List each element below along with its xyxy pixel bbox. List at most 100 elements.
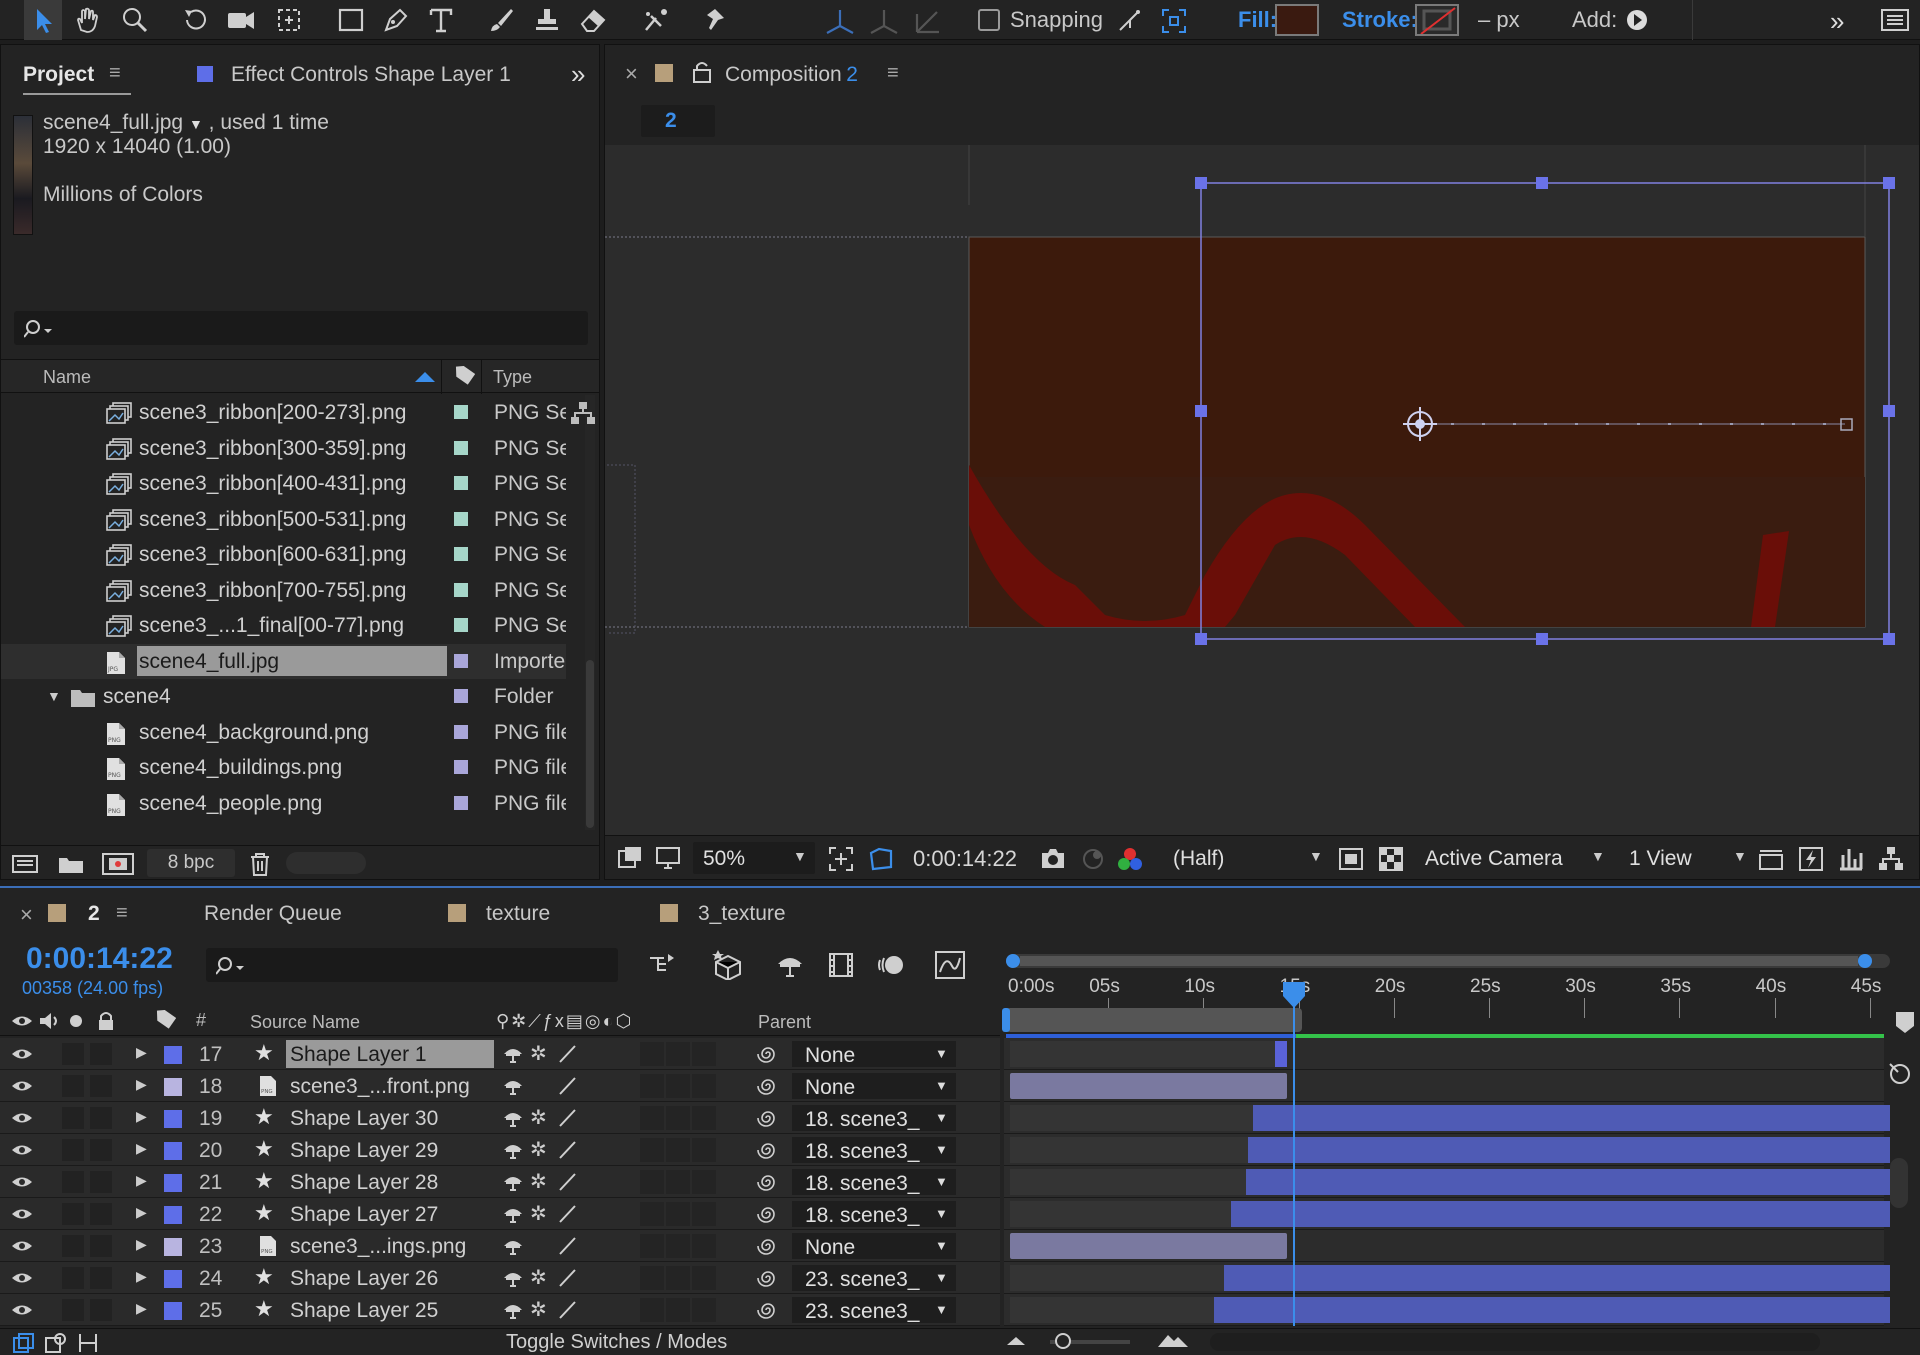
label-color-swatch[interactable] xyxy=(454,511,468,526)
snapshot-camera-icon[interactable] xyxy=(1039,845,1067,873)
tab-render-queue[interactable]: Render Queue xyxy=(204,902,342,926)
tab-3-texture[interactable]: 3_texture xyxy=(698,902,786,926)
add-menu-icon[interactable] xyxy=(1625,8,1649,32)
pen-tool-icon[interactable] xyxy=(376,0,414,40)
close-tab-icon[interactable]: × xyxy=(625,61,638,87)
work-area-bar[interactable] xyxy=(1006,1008,1302,1032)
project-item-row[interactable]: PNG scene4_background.png PNG file xyxy=(1,715,566,750)
toolbar-overflow-icon[interactable]: » xyxy=(1830,6,1844,37)
column-source-name[interactable]: Source Name xyxy=(250,1012,360,1033)
label-color-swatch[interactable] xyxy=(454,476,468,490)
comp-marker-icon[interactable] xyxy=(1896,1012,1916,1034)
lock-column-icon[interactable] xyxy=(96,1010,116,1032)
roto-brush-tool-icon[interactable] xyxy=(638,0,676,40)
clone-stamp-tool-icon[interactable] xyxy=(528,0,566,40)
column-parent[interactable]: Parent xyxy=(758,1012,811,1033)
tab-texture[interactable]: texture xyxy=(486,902,550,926)
project-item-row[interactable]: scene3_ribbon[300-359].png PNG Se xyxy=(1,431,566,466)
current-timecode[interactable]: 0:00:14:22 xyxy=(913,846,1017,872)
timeline-tab-2[interactable]: 2 xyxy=(88,902,100,926)
layer-duration-bar[interactable] xyxy=(1275,1041,1287,1067)
timeline-current-time[interactable]: 0:00:14:22 xyxy=(26,942,173,976)
label-column-icon[interactable] xyxy=(451,366,475,388)
solo-column-icon[interactable] xyxy=(68,1013,84,1029)
project-scrollbar-track[interactable] xyxy=(585,395,595,830)
camera-view-select[interactable]: Active Camera ▼ xyxy=(1417,842,1613,874)
layer-duration-bar[interactable] xyxy=(1246,1169,1890,1195)
layer-duration-bar[interactable] xyxy=(1010,1233,1287,1259)
toggle-switches-modes-button[interactable]: Toggle Switches / Modes xyxy=(506,1331,727,1354)
layer-duration-bar[interactable] xyxy=(1224,1265,1890,1291)
project-item-row[interactable]: JPG scene4_full.jpg Importe xyxy=(1,643,566,679)
navigator-end-handle[interactable] xyxy=(1858,954,1872,968)
panel-overflow-icon[interactable]: » xyxy=(571,59,585,90)
new-composition-icon[interactable] xyxy=(101,851,135,877)
graph-editor-icon[interactable] xyxy=(934,950,966,980)
label-color-swatch[interactable] xyxy=(454,547,468,561)
timeline-search-input[interactable] xyxy=(206,948,618,982)
zoom-select[interactable]: 50% ▼ xyxy=(693,842,815,874)
camera-tool-icon[interactable] xyxy=(222,0,260,40)
project-search-input[interactable] xyxy=(14,311,588,345)
flowchart-icon[interactable] xyxy=(569,400,597,426)
color-channels-icon[interactable] xyxy=(1115,845,1145,875)
label-column-icon[interactable] xyxy=(152,1010,176,1032)
layer-duration-bar[interactable] xyxy=(1010,1073,1287,1099)
local-axis-icon[interactable] xyxy=(823,6,857,36)
rectangle-tool-icon[interactable] xyxy=(332,0,370,40)
lock-icon[interactable] xyxy=(691,60,713,84)
layer-duration-bar[interactable] xyxy=(1231,1201,1890,1227)
disclosure-triangle-icon[interactable]: ▼ xyxy=(47,688,61,704)
tab-effect-controls[interactable]: Effect Controls Shape Layer 1 xyxy=(231,63,511,87)
comp-mini-flowchart-icon[interactable] xyxy=(648,950,680,980)
project-item-row[interactable]: scene3_...1_final[00-77].png PNG Se xyxy=(1,608,566,643)
type-tool-icon[interactable] xyxy=(422,0,460,40)
tab-composition[interactable]: Composition 2 xyxy=(725,63,858,87)
toggle-pixel-aspect-icon[interactable] xyxy=(1757,845,1785,873)
world-axis-icon[interactable] xyxy=(867,6,901,36)
comp-flowchart-icon[interactable] xyxy=(1877,845,1905,873)
project-item-row[interactable]: scene3_ribbon[700-755].png PNG Se xyxy=(1,573,566,608)
transfer-controls-pane-icon[interactable] xyxy=(44,1332,68,1354)
workspace-menu-icon[interactable] xyxy=(1880,7,1910,33)
close-timeline-tab-icon[interactable]: × xyxy=(20,902,33,928)
zoom-out-mountain-icon[interactable] xyxy=(1005,1333,1027,1349)
hand-tool-icon[interactable] xyxy=(68,0,106,40)
fast-previews-icon[interactable] xyxy=(1337,845,1365,873)
layer-duration-bar[interactable] xyxy=(1248,1137,1890,1163)
project-panel-menu-icon[interactable]: ≡ xyxy=(109,62,121,85)
resolution-select[interactable]: (Half) ▼ xyxy=(1161,842,1329,874)
label-color-swatch[interactable] xyxy=(454,724,468,739)
selection-tool-icon[interactable] xyxy=(24,0,62,40)
eraser-tool-icon[interactable] xyxy=(574,0,612,40)
region-of-interest-icon[interactable] xyxy=(827,845,855,873)
column-type[interactable]: Type xyxy=(493,367,532,388)
monitor-icon[interactable] xyxy=(655,845,681,871)
pan-behind-tool-icon[interactable] xyxy=(270,0,308,40)
mask-visibility-icon[interactable] xyxy=(867,845,895,873)
frame-blending-icon[interactable] xyxy=(826,950,856,980)
rotation-tool-icon[interactable] xyxy=(176,0,214,40)
zoom-in-mountain-icon[interactable] xyxy=(1156,1331,1190,1351)
snapping-checkbox[interactable] xyxy=(978,9,1000,31)
project-item-row[interactable]: PNG scene4_people.png PNG file xyxy=(1,786,566,821)
sort-ascending-icon[interactable] xyxy=(413,370,437,384)
label-color-swatch[interactable] xyxy=(454,653,468,668)
project-item-row[interactable]: scene3_ribbon[500-531].png PNG Se xyxy=(1,502,566,537)
tab-project[interactable]: Project xyxy=(23,63,94,87)
layer-duration-bar[interactable] xyxy=(1253,1105,1890,1131)
always-preview-icon[interactable] xyxy=(617,845,643,871)
composition-menu-icon[interactable]: ≡ xyxy=(887,62,899,85)
view-layout-select[interactable]: 1 View ▼ xyxy=(1621,842,1751,874)
delete-trash-icon[interactable] xyxy=(247,851,273,877)
puppet-tool-icon[interactable] xyxy=(694,0,732,40)
hide-shy-layers-icon[interactable] xyxy=(774,950,806,980)
label-color-swatch[interactable] xyxy=(454,440,468,455)
project-item-row[interactable]: scene3_ribbon[600-631].png PNG Se xyxy=(1,537,566,572)
project-folder-row[interactable]: ▼ scene4 Folder xyxy=(1,679,566,714)
audio-column-icon[interactable] xyxy=(38,1011,62,1031)
snap-feather-icon[interactable] xyxy=(1160,7,1188,35)
project-item-row[interactable]: scene3_ribbon[200-273].png PNG Se xyxy=(1,395,566,430)
thumbnail-size-slider[interactable] xyxy=(286,852,366,874)
timeline-scrollbar-thumb[interactable] xyxy=(1890,1158,1908,1208)
